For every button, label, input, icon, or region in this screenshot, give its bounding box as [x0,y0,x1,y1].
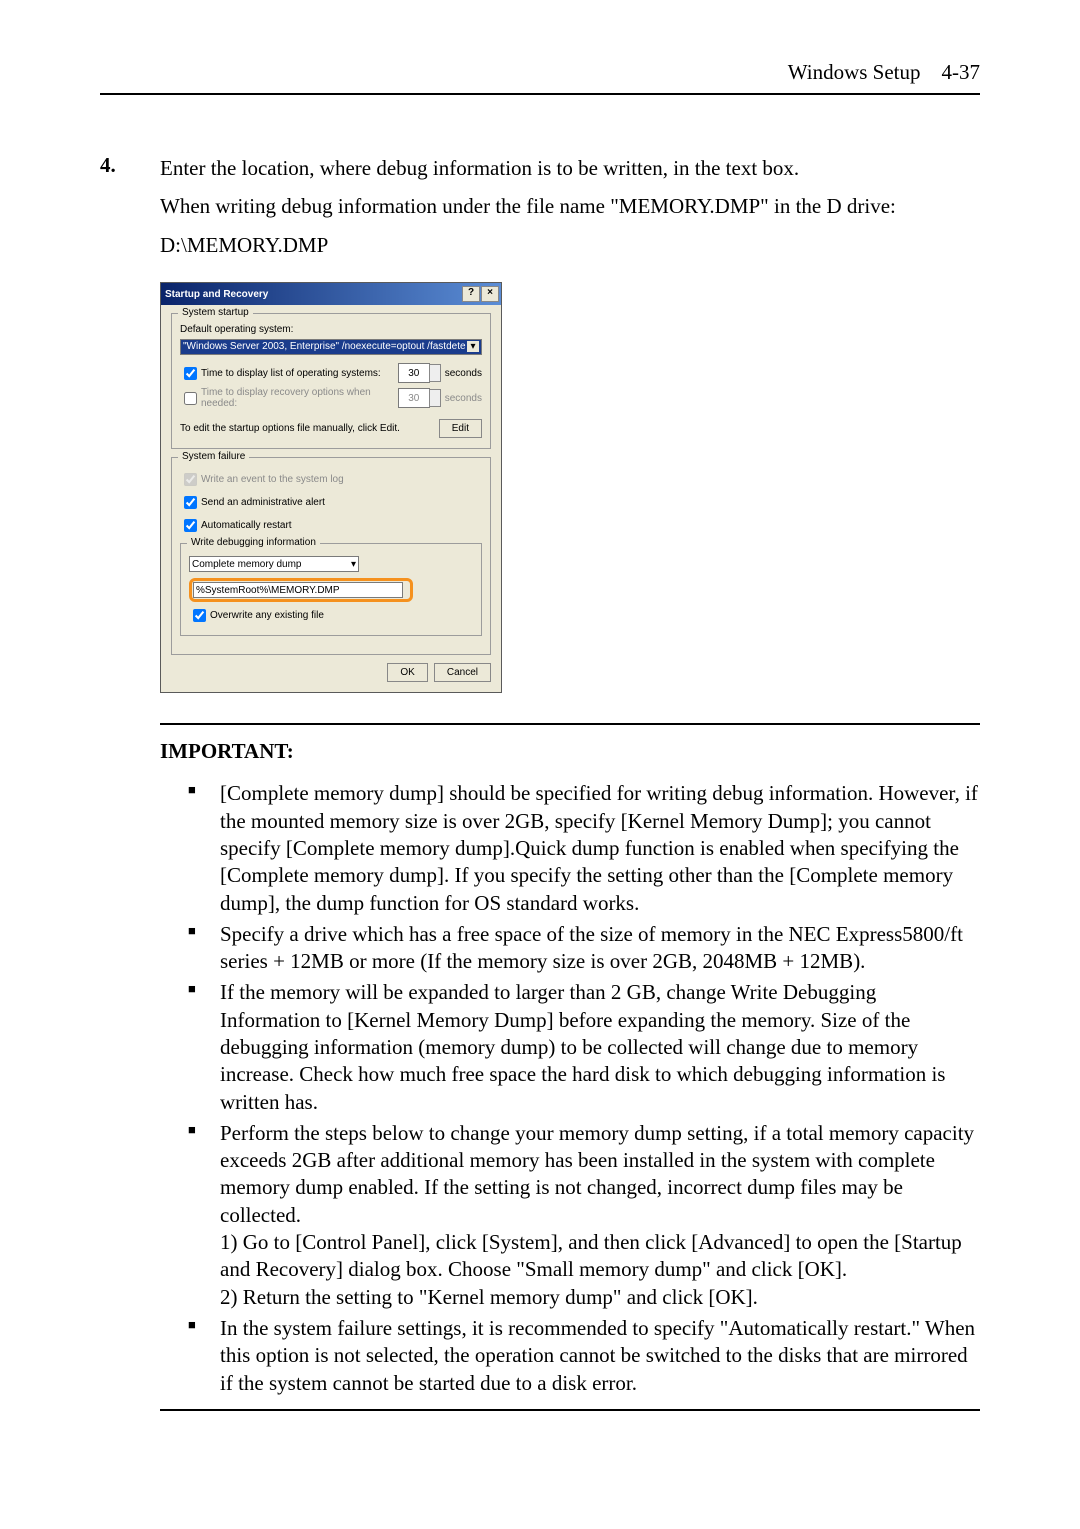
dialog-titlebar: Startup and Recovery ? × [161,283,501,305]
close-icon[interactable]: × [481,286,499,302]
write-event-label: Write an event to the system log [201,474,344,485]
dump-type-select[interactable]: Complete memory dump ▾ [189,556,359,572]
group-system-failure-title: System failure [178,451,249,462]
auto-restart-checkbox[interactable] [184,519,197,532]
time-list-label: Time to display list of operating system… [201,368,398,379]
startup-recovery-dialog: Startup and Recovery ? × System startup … [160,282,502,693]
dump-type-value: Complete memory dump [192,559,301,570]
important-box: IMPORTANT: [Complete memory dump] should… [160,723,980,1411]
send-alert-checkbox[interactable] [184,496,197,509]
step-line-1: Enter the location, where debug informat… [160,153,980,183]
seconds-label-1: seconds [445,368,482,379]
default-os-value: "Windows Server 2003, Enterprise" /noexe… [183,341,466,352]
ok-button[interactable]: OK [387,663,427,682]
group-write-debug-title: Write debugging information [187,537,320,548]
edit-button[interactable]: Edit [439,419,482,438]
write-event-checkbox [184,473,197,486]
time-recovery-spinner [398,388,430,408]
chevron-down-icon: ▾ [467,341,479,352]
overwrite-checkbox[interactable] [193,609,206,622]
important-item: Perform the steps below to change your m… [188,1120,978,1311]
help-icon[interactable]: ? [462,286,480,302]
step-line-2: When writing debug information under the… [160,191,980,221]
default-os-label: Default operating system: [180,324,482,335]
important-item: Specify a drive which has a free space o… [188,921,978,976]
cancel-button[interactable]: Cancel [434,663,491,682]
time-recovery-updown [429,389,441,407]
header-section: Windows Setup [788,60,921,84]
dump-file-highlight [189,578,413,602]
time-list-checkbox[interactable] [184,367,197,380]
seconds-label-2: seconds [445,393,482,404]
group-system-startup-title: System startup [178,307,253,318]
chevron-down-icon: ▾ [351,559,356,570]
step-number: 4. [100,153,160,178]
dialog-title: Startup and Recovery [165,289,268,300]
time-list-spinner[interactable] [398,363,430,383]
time-recovery-checkbox[interactable] [184,392,197,405]
step-body: Enter the location, where debug informat… [160,153,980,268]
important-item: If the memory will be expanded to larger… [188,979,978,1115]
overwrite-label: Overwrite any existing file [210,610,324,621]
group-write-debug: Write debugging information Complete mem… [180,543,482,636]
group-system-startup: System startup Default operating system:… [171,313,491,449]
auto-restart-label: Automatically restart [201,520,292,531]
header-page: 4-37 [942,60,981,84]
important-item: In the system failure settings, it is re… [188,1315,978,1397]
page-header: Windows Setup 4-37 [100,60,980,95]
send-alert-label: Send an administrative alert [201,497,325,508]
step-line-3: D:\MEMORY.DMP [160,230,980,260]
group-system-failure: System failure Write an event to the sys… [171,457,491,655]
edit-hint: To edit the startup options file manuall… [180,423,400,434]
dump-file-input[interactable] [193,582,403,598]
time-recovery-label: Time to display recovery options when ne… [201,387,398,409]
default-os-select[interactable]: "Windows Server 2003, Enterprise" /noexe… [180,339,482,355]
time-list-updown[interactable] [429,364,441,382]
important-list: [Complete memory dump] should be specifi… [160,780,980,1397]
important-item: [Complete memory dump] should be specifi… [188,780,978,916]
important-title: IMPORTANT: [160,739,980,764]
